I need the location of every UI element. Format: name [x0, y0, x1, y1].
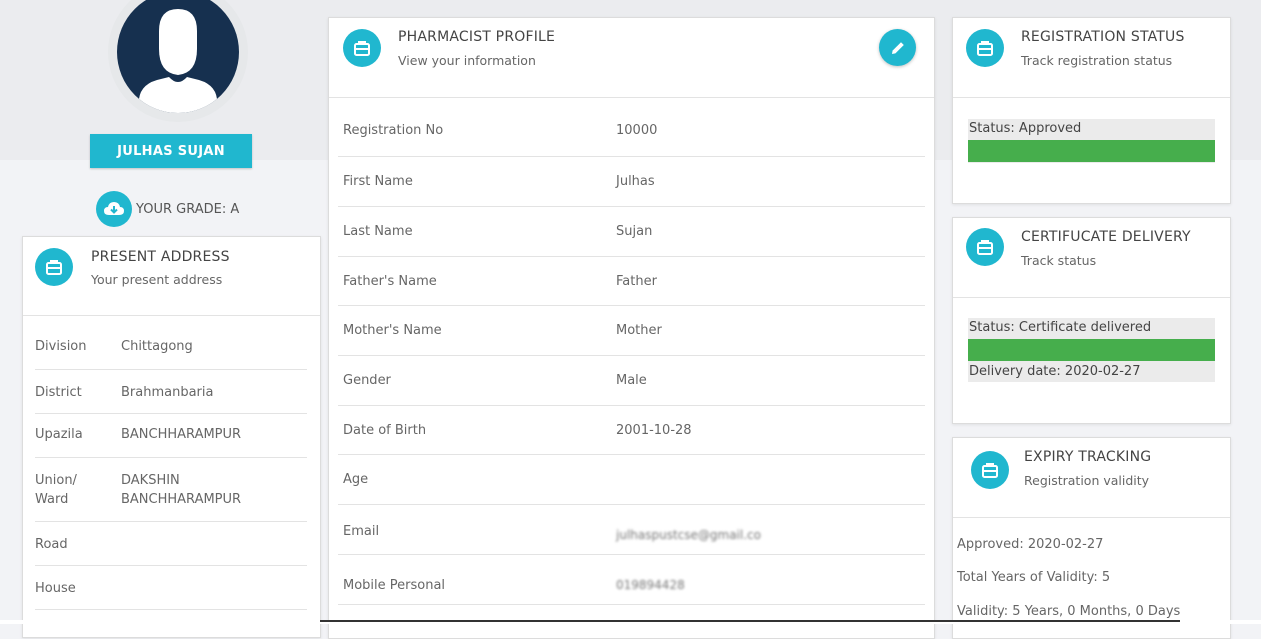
certificate-delivery-card: CERTIFUCATE DELIVERY Track status Status…	[952, 217, 1231, 424]
profile-value: Julhas	[616, 174, 655, 189]
address-value: Chittagong	[121, 339, 193, 354]
certificate-status-block: Status: Certificate delivered Delivery d…	[968, 318, 1215, 382]
pharmacist-profile-title: PHARMACIST PROFILE	[398, 29, 556, 45]
briefcase-icon	[343, 29, 381, 67]
pharmacist-profile-card: PHARMACIST PROFILE View your information…	[328, 17, 935, 639]
grade-badge: YOUR GRADE: A	[96, 191, 240, 227]
profile-value: Male	[616, 373, 647, 388]
address-row-house: House	[35, 565, 307, 610]
address-row-division: Division Chittagong	[35, 317, 307, 370]
present-address-subtitle: Your present address	[91, 272, 223, 287]
profile-name-button[interactable]: JULHAS SUJAN	[90, 134, 252, 168]
profile-row: Gender Male	[338, 355, 925, 406]
profile-label: Date of Birth	[343, 423, 427, 438]
present-address-card: PRESENT ADDRESS Your present address Div…	[22, 236, 321, 638]
profile-row: Last Name Sujan	[338, 206, 925, 257]
profile-label: Last Name	[343, 224, 413, 239]
total-years-text: Total Years of Validity: 5	[957, 570, 1111, 585]
address-label: Road	[35, 537, 68, 552]
profile-label: Email	[343, 524, 380, 539]
certificate-progress-bar	[968, 339, 1215, 361]
cloud-download-icon[interactable]	[96, 191, 132, 227]
profile-label: Age	[343, 472, 369, 487]
registration-status-title: REGISTRATION STATUS	[1021, 29, 1185, 45]
profile-row: Mobile Personal 019894428	[338, 554, 925, 605]
profile-row: Age	[338, 454, 925, 505]
briefcase-icon	[966, 228, 1004, 266]
pharmacist-profile-header: PHARMACIST PROFILE View your information	[329, 18, 934, 98]
address-row-district: District Brahmanbaria	[35, 369, 307, 414]
bottom-border	[0, 620, 1261, 624]
edit-profile-button[interactable]	[879, 29, 916, 66]
grade-text: YOUR GRADE: A	[136, 201, 240, 217]
briefcase-icon	[971, 451, 1009, 489]
expiry-tracking-card: EXPIRY TRACKING Registration validity Ap…	[952, 437, 1231, 639]
address-value: Brahmanbaria	[121, 385, 214, 400]
expiry-tracking-header: EXPIRY TRACKING Registration validity	[953, 438, 1230, 518]
briefcase-icon	[966, 29, 1004, 67]
pharmacist-profile-subtitle: View your information	[398, 53, 536, 68]
delivery-date-text: Delivery date: 2020-02-27	[969, 364, 1141, 379]
profile-label: Father's Name	[343, 274, 437, 289]
registration-status-header: REGISTRATION STATUS Track registration s…	[953, 18, 1230, 98]
profile-row: Registration No 10000	[338, 99, 925, 157]
profile-value: Sujan	[616, 224, 653, 239]
address-value: DAKSHIN BANCHHARAMPUR	[121, 473, 242, 507]
certificate-delivery-subtitle: Track status	[1021, 253, 1097, 268]
expiry-tracking-title: EXPIRY TRACKING	[1024, 449, 1152, 465]
address-label: District	[35, 385, 82, 400]
address-row-road: Road	[35, 521, 307, 566]
profile-value: 019894428	[616, 578, 685, 592]
registration-status-subtitle: Track registration status	[1021, 53, 1173, 68]
briefcase-icon	[35, 248, 73, 286]
approved-date-text: Approved: 2020-02-27	[957, 537, 1104, 552]
present-address-header: PRESENT ADDRESS Your present address	[23, 237, 320, 316]
pencil-icon	[891, 41, 904, 54]
profile-label: Mobile Personal	[343, 578, 446, 593]
avatar-container	[108, 0, 248, 122]
profile-value: Father	[616, 274, 657, 289]
address-label: Upazila	[35, 427, 83, 442]
profile-value: julhaspustcse@gmail.co	[616, 528, 761, 542]
profile-label: Registration No	[343, 123, 444, 138]
validity-text: Validity: 5 Years, 0 Months, 0 Days	[957, 604, 1181, 619]
address-row-union-ward: Union/ Ward DAKSHIN BANCHHARAMPUR	[35, 457, 307, 522]
registration-status-card: REGISTRATION STATUS Track registration s…	[952, 17, 1231, 204]
profile-row: First Name Julhas	[338, 156, 925, 207]
present-address-title: PRESENT ADDRESS	[91, 249, 230, 265]
profile-value: 2001-10-28	[616, 423, 692, 438]
profile-label: First Name	[343, 174, 413, 189]
registration-progress-bar	[968, 140, 1215, 162]
certificate-delivery-title: CERTIFUCATE DELIVERY	[1021, 229, 1191, 245]
certificate-delivery-header: CERTIFUCATE DELIVERY Track status	[953, 218, 1230, 298]
profile-value: 10000	[616, 123, 658, 138]
profile-label: Mother's Name	[343, 323, 442, 338]
address-label: House	[35, 581, 76, 596]
profile-row: Date of Birth 2001-10-28	[338, 405, 925, 455]
registration-status-block: Status: Approved	[968, 119, 1215, 163]
address-value: BANCHHARAMPUR	[121, 427, 242, 442]
expiry-tracking-subtitle: Registration validity	[1024, 473, 1150, 488]
address-row-upazila: Upazila BANCHHARAMPUR	[35, 413, 307, 458]
profile-row: Email julhaspustcse@gmail.co	[338, 504, 925, 555]
profile-row: Father's Name Father	[338, 256, 925, 306]
registration-status-text: Status: Approved	[969, 121, 1082, 136]
profile-label: Gender	[343, 373, 391, 388]
address-label: Union/ Ward	[35, 473, 77, 507]
profile-row: Mother's Name Mother	[338, 305, 925, 356]
profile-value: Mother	[616, 323, 662, 338]
address-label: Division	[35, 339, 87, 354]
certificate-status-text: Status: Certificate delivered	[969, 320, 1152, 335]
